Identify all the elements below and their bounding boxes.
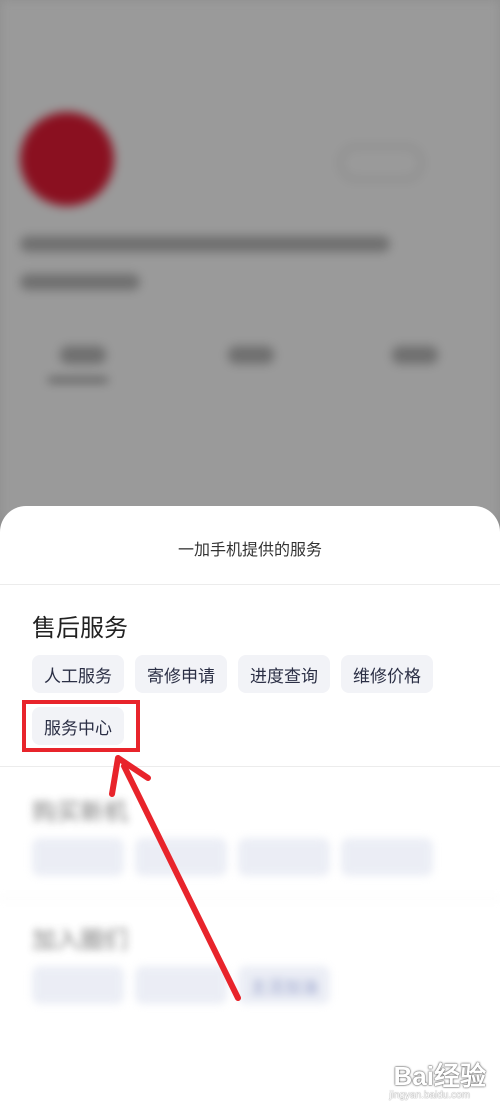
watermark-logo: Bai经验 — [393, 1061, 486, 1091]
annotation-arrow — [109, 755, 241, 1001]
watermark-url: jingyan.baidu.com — [389, 1090, 470, 1101]
